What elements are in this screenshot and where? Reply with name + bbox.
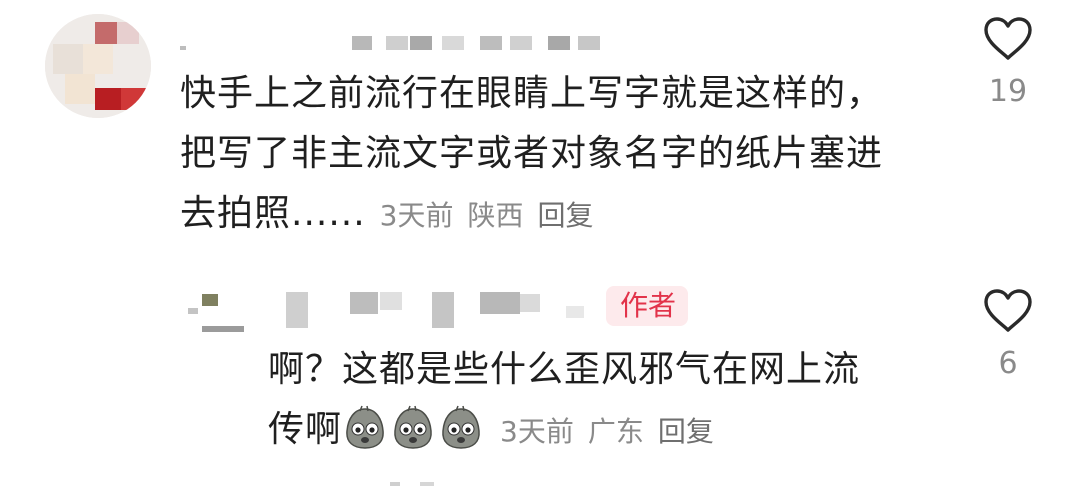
like-column: 19 [963, 16, 1053, 109]
comment-location: 广东 [587, 415, 644, 448]
reply-button[interactable]: 回复 [658, 415, 714, 448]
comment-line-text: 传啊 [268, 409, 343, 450]
comment-time: 3天前 [500, 415, 574, 448]
sad-potato-emoji-icon [390, 405, 436, 451]
comment-line-text: 去拍照...... [180, 193, 366, 234]
comment-body: 快手上之前流行在眼睛上写字就是这样的， 把写了非主流文字或者对象名字的纸片塞进 … [180, 64, 883, 246]
comment-location: 陕西 [467, 199, 524, 232]
username-mosaic[interactable] [270, 292, 610, 328]
comment-line: 啊？这都是些什么歪风邪气在网上流 [268, 349, 861, 390]
username-mosaic[interactable] [180, 32, 600, 56]
reply-button[interactable]: 回复 [538, 199, 594, 232]
heart-outline-icon[interactable] [963, 16, 1053, 62]
like-count: 19 [988, 74, 1028, 109]
comment-line: 把写了非主流文字或者对象名字的纸片塞进 [180, 133, 884, 174]
heart-outline-icon[interactable] [963, 288, 1053, 334]
comment-line: 快手上之前流行在眼睛上写字就是这样的， [180, 73, 884, 114]
sad-potato-emoji-icon [438, 405, 484, 451]
comment-line: 传啊 3天前 广东 回复 [268, 400, 860, 462]
comment-time: 3天前 [379, 199, 454, 232]
next-comment-fragment [380, 482, 440, 488]
sad-potato-emoji-icon [342, 405, 388, 451]
comment-meta: 3天前 广东 回复 [486, 415, 714, 448]
like-count: 6 [998, 346, 1018, 381]
avatar[interactable] [45, 14, 151, 118]
author-badge: 作者 [606, 286, 689, 326]
comment-line: 去拍照...... 3天前 陕西 回复 [180, 184, 883, 246]
avatar[interactable] [188, 290, 244, 340]
comment-meta: 3天前 陕西 回复 [366, 199, 594, 232]
comment-body: 啊？这都是些什么歪风邪气在网上流 传啊 3天前 广东 回复 [268, 340, 860, 462]
like-column: 6 [963, 288, 1053, 381]
